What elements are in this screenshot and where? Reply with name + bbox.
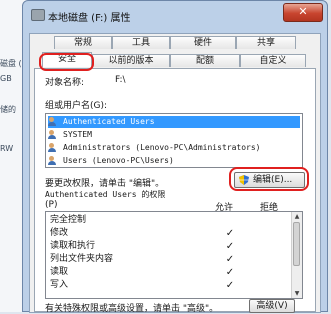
permission-name: 写入 bbox=[50, 280, 69, 290]
users-listbox[interactable]: Authenticated Users SYSTEM Administrator… bbox=[45, 113, 303, 168]
window-title: 本地磁盘 (F:) 属性 bbox=[48, 13, 131, 24]
tab-tools[interactable]: 工具 bbox=[112, 36, 170, 49]
allow-check: ✓ bbox=[225, 241, 235, 252]
edit-hint: 要更改权限，请单击 "编辑"。 bbox=[45, 179, 165, 189]
close-button[interactable]: ✕ bbox=[283, 3, 323, 22]
advanced-hint: 有关特殊权限或高级设置，请单击 "高级"。 bbox=[45, 304, 219, 314]
security-content: 对象名称: F:\ 组或用户名(G): Authenticated Users … bbox=[34, 68, 316, 314]
user-name: Users (Lenovo-PC\Users) bbox=[63, 156, 174, 165]
permissions-scrollbar[interactable]: ▲ ▼ bbox=[291, 212, 302, 298]
allow-check: ✓ bbox=[225, 280, 235, 291]
user-name: Administrators (Lenovo-PC\Administrators… bbox=[63, 143, 261, 152]
list-item[interactable]: SYSTEM bbox=[48, 129, 300, 141]
scroll-down-arrow-icon[interactable]: ▼ bbox=[292, 289, 302, 298]
permission-name: 完全控制 bbox=[50, 215, 87, 225]
permission-name: 读取 bbox=[50, 267, 69, 277]
user-name: SYSTEM bbox=[63, 130, 92, 139]
advanced-button[interactable]: 高级(V) bbox=[249, 299, 295, 313]
tab-sharing[interactable]: 共享 bbox=[236, 36, 296, 49]
permission-row: 完全控制 bbox=[50, 214, 288, 227]
permission-row: 读取和执行 ✓ bbox=[50, 240, 288, 253]
security-tab-highlight bbox=[39, 53, 94, 71]
list-item[interactable]: Authenticated Users bbox=[48, 116, 300, 128]
allow-check: ✓ bbox=[225, 254, 235, 265]
permission-row: 修改 ✓ bbox=[50, 227, 288, 240]
allow-check: ✓ bbox=[225, 267, 235, 278]
user-name: Authenticated Users bbox=[63, 117, 155, 126]
properties-panel: 常规 工具 硬件 共享 安全 以前的版本 配额 自定义 对象名称: F:\ 组或… bbox=[29, 33, 321, 314]
scroll-up-arrow-icon[interactable]: ▲ bbox=[292, 212, 302, 221]
permission-name: 修改 bbox=[50, 228, 69, 238]
tab-customize[interactable]: 自定义 bbox=[240, 54, 306, 67]
title-bar[interactable]: 本地磁盘 (F:) 属性 ✕ bbox=[23, 1, 327, 29]
tab-general[interactable]: 常规 bbox=[54, 36, 112, 49]
permissions-header: Authenticated Users 的权限 bbox=[45, 190, 166, 199]
permissions-subheader: (P) bbox=[45, 200, 58, 210]
permission-row: 列出文件夹内容 ✓ bbox=[50, 253, 288, 266]
allow-check: ✓ bbox=[225, 228, 235, 239]
scroll-thumb[interactable] bbox=[293, 222, 300, 266]
object-name-label: 对象名称: bbox=[45, 78, 85, 88]
tab-previous-versions[interactable]: 以前的版本 bbox=[92, 54, 170, 67]
drive-icon bbox=[31, 9, 45, 21]
groups-label: 组或用户名(G): bbox=[45, 101, 108, 111]
tab-hardware[interactable]: 硬件 bbox=[170, 36, 236, 49]
list-item[interactable]: Users (Lenovo-PC\Users) bbox=[48, 155, 300, 167]
permissions-list[interactable]: 完全控制 修改 ✓ 读取和执行 ✓ 列出文件夹内容 ✓ 读取 ✓ 写入 ✓ ▲ … bbox=[45, 211, 303, 299]
tab-quota[interactable]: 配额 bbox=[170, 54, 240, 67]
list-item[interactable]: Administrators (Lenovo-PC\Administrators… bbox=[48, 142, 300, 154]
permission-name: 列出文件夹内容 bbox=[50, 254, 114, 264]
edit-button-highlight bbox=[229, 167, 309, 191]
object-name-value: F:\ bbox=[115, 75, 126, 85]
properties-dialog: 本地磁盘 (F:) 属性 ✕ 常规 工具 硬件 共享 安全 以前的版本 配额 自… bbox=[22, 0, 328, 314]
permission-row: 读取 ✓ bbox=[50, 266, 288, 279]
user-group-icon bbox=[48, 117, 60, 126]
user-group-icon bbox=[48, 143, 60, 152]
user-group-icon bbox=[48, 130, 60, 139]
permission-row: 写入 ✓ bbox=[50, 279, 288, 292]
permission-name: 读取和执行 bbox=[50, 241, 96, 251]
user-group-icon bbox=[48, 156, 60, 165]
